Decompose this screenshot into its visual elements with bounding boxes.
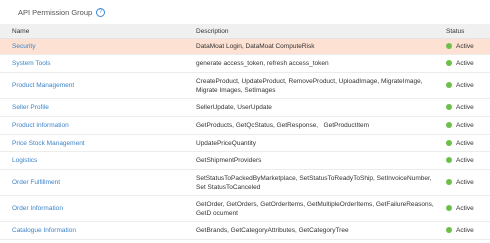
section-title: API Permission Group	[18, 7, 93, 17]
question-circle-icon[interactable]: ?	[96, 7, 106, 17]
status-label: Active	[456, 82, 474, 89]
status-cell: Active	[440, 169, 490, 196]
status-cell: Active	[440, 134, 490, 152]
permission-name-link[interactable]: Order Information	[0, 195, 182, 222]
permission-name-link[interactable]: Price Stock Management	[0, 134, 182, 152]
permission-name-link[interactable]: Catalogue Information	[0, 221, 182, 240]
permission-description: generate access_token, refresh access_to…	[182, 54, 440, 73]
table-row[interactable]: Order Fulfillment SetStatusToPackedByMar…	[0, 169, 490, 196]
permission-name-link[interactable]: Logistics	[0, 151, 182, 170]
table-row[interactable]: System Tools generate access_token, refr…	[0, 54, 490, 73]
status-cell: Active	[440, 151, 490, 170]
status-label: Active	[456, 227, 474, 234]
permission-name-link[interactable]: Security	[0, 38, 182, 55]
permission-description: GetOrder, GetOrders, GetOrderItems, GetM…	[182, 195, 440, 222]
status-dot-icon	[446, 157, 452, 163]
status-label: Active	[456, 122, 474, 129]
status-label: Active	[456, 157, 474, 164]
permission-description: CreateProduct, UpdateProduct, RemoveProd…	[182, 72, 440, 99]
status-dot-icon	[446, 139, 452, 146]
table-row[interactable]: Logistics GetShipmentProviders Active	[0, 151, 490, 170]
status-dot-icon	[446, 122, 452, 128]
permission-name-link[interactable]: Order Fulfillment	[0, 169, 182, 196]
table-row[interactable]: Security DataMoat Login, DataMoat Comput…	[0, 38, 490, 55]
permission-description: SellerUpdate, UserUpdate	[182, 98, 440, 117]
status-label: Active	[456, 104, 474, 111]
table-row[interactable]: Product Management CreateProduct, Update…	[0, 72, 490, 99]
section-header: API Permission Group ?	[0, 0, 490, 24]
status-cell: Active	[440, 221, 490, 240]
status-cell: Active	[440, 195, 490, 222]
status-cell: Active	[440, 38, 490, 55]
table-row[interactable]: Order Information GetOrder, GetOrders, G…	[0, 195, 490, 222]
table-row[interactable]: Product Information GetProducts, GetQcSt…	[0, 116, 490, 135]
status-cell: Active	[440, 54, 490, 73]
status-label: Active	[456, 205, 474, 212]
table-row[interactable]: Price Stock Management UpdatePriceQuanti…	[0, 134, 490, 152]
status-dot-icon	[446, 104, 452, 110]
permission-description: GetBrands, GetCategoryAttributes, GetCat…	[182, 221, 440, 240]
api-permission-panel: API Permission Group ? Name Description …	[0, 0, 490, 243]
permission-name-link[interactable]: System Tools	[0, 54, 182, 73]
column-header-description[interactable]: Description	[182, 24, 440, 39]
status-cell: Active	[440, 72, 490, 99]
status-dot-icon	[446, 227, 452, 233]
permission-name-link[interactable]: Product Management	[0, 72, 182, 99]
table-row[interactable]: Catalogue Information GetBrands, GetCate…	[0, 221, 490, 240]
status-dot-icon	[446, 60, 452, 66]
status-label: Active	[456, 60, 474, 67]
status-dot-icon	[446, 205, 452, 211]
status-dot-icon	[446, 82, 452, 88]
status-dot-icon	[446, 43, 452, 49]
permission-name-link[interactable]: Seller Profile	[0, 98, 182, 117]
column-header-status[interactable]: Status	[440, 24, 490, 39]
status-label: Active	[456, 43, 474, 50]
table-row[interactable]: Seller Profile SellerUpdate, UserUpdate …	[0, 98, 490, 117]
permission-name-link[interactable]: Product Information	[0, 116, 182, 135]
permission-description: UpdatePriceQuantity	[182, 134, 440, 152]
permission-description: SetStatusToPackedByMarketplace, SetStatu…	[182, 169, 440, 196]
status-label: Active	[456, 179, 474, 186]
status-cell: Active	[440, 98, 490, 117]
status-cell: Active	[440, 116, 490, 135]
status-label: Active	[456, 139, 474, 147]
status-dot-icon	[446, 179, 452, 185]
permission-description: GetProducts, GetQcStatus, GetResponse, G…	[182, 116, 440, 135]
table-header-row: Name Description Status	[0, 24, 490, 39]
permission-table: Name Description Status Security DataMoa…	[0, 24, 490, 240]
permission-description: DataMoat Login, DataMoat ComputeRisk	[182, 38, 440, 55]
permission-description: GetShipmentProviders	[182, 151, 440, 170]
column-header-name[interactable]: Name	[0, 24, 182, 39]
